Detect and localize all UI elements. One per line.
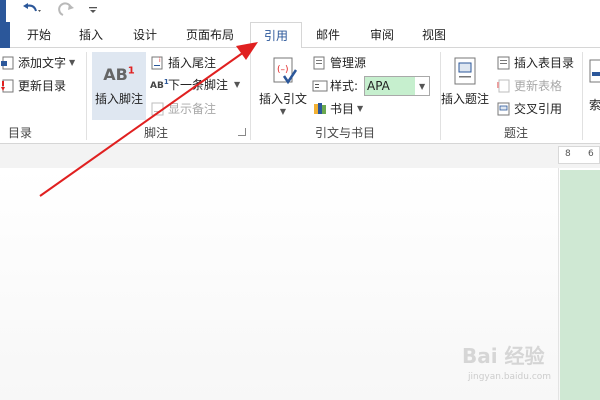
annotation-arrow (39, 42, 258, 197)
arrow-head (236, 42, 258, 60)
arrow-shaft (39, 51, 245, 197)
